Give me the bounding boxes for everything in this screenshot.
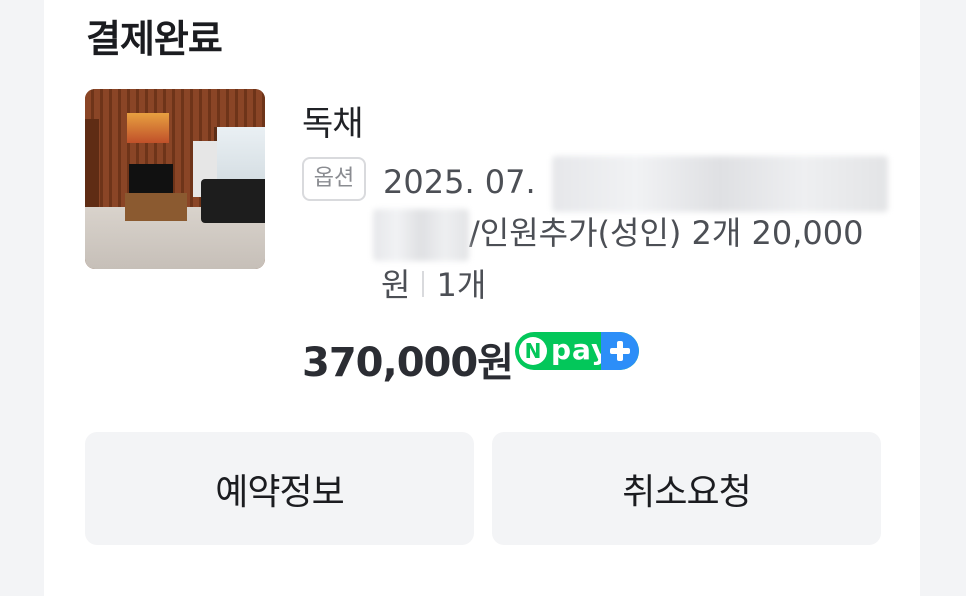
- option-redacted-1: [551, 156, 888, 212]
- option-date-prefix: 2025. 07.: [383, 163, 536, 201]
- thumbnail-cabinet: [125, 193, 187, 221]
- option-separator: [422, 271, 425, 297]
- thumbnail-sofa: [201, 179, 265, 223]
- option-extra-person: /인원추가(성인) 2개 20,000: [469, 214, 864, 252]
- cancel-request-button[interactable]: 취소요청: [492, 432, 881, 545]
- npay-badge: N pay: [515, 332, 639, 370]
- npay-n-logo: N: [519, 337, 547, 365]
- option-price-unit: 원: [381, 266, 411, 304]
- order-price: 370,000원: [302, 340, 514, 386]
- thumbnail-door: [85, 119, 99, 211]
- option-badge: 옵션: [302, 157, 366, 201]
- plus-icon: [601, 332, 639, 370]
- option-redacted-2: [373, 209, 469, 261]
- product-name[interactable]: 독채: [302, 96, 364, 145]
- reservation-info-button[interactable]: 예약정보: [85, 432, 474, 545]
- product-thumbnail[interactable]: [85, 89, 265, 269]
- option-quantity: 1개: [436, 266, 487, 304]
- order-status-title: 결제완료: [86, 17, 223, 61]
- thumbnail-poster: [127, 113, 169, 143]
- thumbnail-tv: [129, 164, 173, 194]
